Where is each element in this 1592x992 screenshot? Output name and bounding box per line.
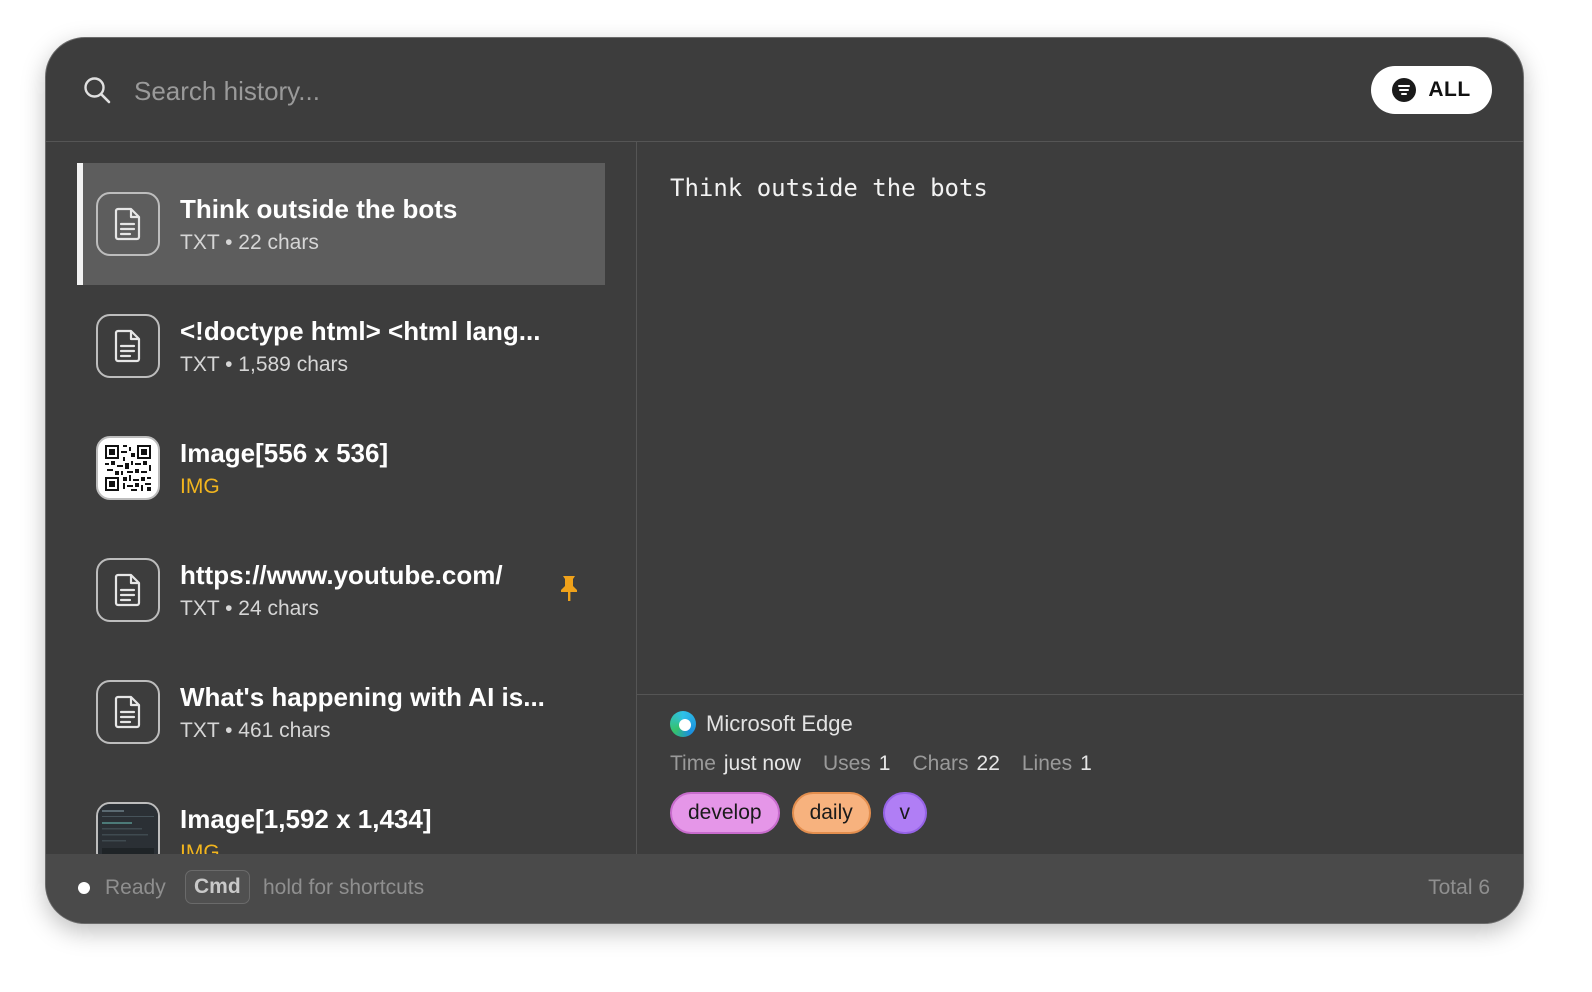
item-meta: IMG bbox=[180, 841, 220, 854]
filter-icon bbox=[1392, 78, 1417, 102]
uses-value: 1 bbox=[878, 752, 891, 775]
stats-row: Time just now Uses 1 Chars 22 Lines 1 bbox=[670, 752, 1114, 776]
tag-v[interactable]: v bbox=[882, 792, 927, 834]
text-document-icon bbox=[96, 680, 160, 744]
preview-pane: Think outside the bots bbox=[637, 142, 1523, 695]
text-document-icon bbox=[96, 192, 160, 256]
search-icon bbox=[84, 77, 111, 104]
history-item[interactable]: <!doctype html> <html lang... TXT • 1,58… bbox=[77, 285, 605, 407]
tag-develop[interactable]: develop bbox=[670, 792, 780, 834]
time-label: Time bbox=[670, 752, 716, 775]
status-text: Ready bbox=[105, 876, 166, 899]
lines-value: 1 bbox=[1080, 752, 1092, 775]
item-meta: TXT • 1,589 chars bbox=[180, 353, 349, 376]
uses-label: Uses bbox=[822, 752, 871, 775]
filter-label: ALL bbox=[1428, 78, 1471, 101]
clipboard-history-window: ALL Think outside the bots TXT • 22 char… bbox=[45, 37, 1524, 924]
text-document-icon bbox=[96, 558, 160, 622]
item-meta: TXT • 24 chars bbox=[180, 597, 319, 620]
item-meta: IMG bbox=[180, 475, 220, 498]
history-item[interactable]: Image[556 x 536] IMG bbox=[77, 407, 605, 529]
tags-row: develop daily v bbox=[670, 792, 927, 834]
text-document-icon bbox=[96, 314, 160, 378]
screenshot-thumbnail bbox=[96, 802, 160, 854]
search-bar: ALL bbox=[46, 38, 1523, 142]
item-title: <!doctype html> <html lang... bbox=[180, 316, 541, 346]
edge-browser-icon bbox=[670, 711, 696, 737]
filter-all-button[interactable]: ALL bbox=[1371, 66, 1492, 114]
shortcut-hint: hold for shortcuts bbox=[263, 876, 425, 899]
details-panel: Microsoft Edge Time just now Uses 1 Char… bbox=[637, 695, 1523, 854]
item-title: Image[556 x 536] bbox=[180, 438, 389, 468]
search-input[interactable] bbox=[132, 68, 1236, 114]
preview-content: Think outside the bots bbox=[670, 174, 988, 202]
item-title: What's happening with AI is... bbox=[180, 682, 545, 712]
item-title: Think outside the bots bbox=[180, 194, 458, 224]
source-row: Microsoft Edge bbox=[670, 711, 853, 737]
total-count: Total 6 bbox=[1428, 876, 1490, 899]
pin-icon[interactable] bbox=[557, 574, 581, 602]
qr-code-thumbnail bbox=[96, 436, 160, 500]
status-indicator-dot bbox=[78, 882, 90, 894]
history-item[interactable]: Image[1,592 x 1,434] IMG bbox=[77, 773, 605, 854]
status-bar: Ready Cmd hold for shortcuts Total 6 bbox=[46, 854, 1523, 923]
lines-label: Lines bbox=[1021, 752, 1073, 775]
source-app-name: Microsoft Edge bbox=[706, 711, 853, 736]
item-title: Image[1,592 x 1,434] bbox=[180, 804, 432, 834]
history-item[interactable]: https://www.youtube.com/ TXT • 24 chars bbox=[77, 529, 605, 651]
cmd-key-hint: Cmd bbox=[185, 870, 250, 904]
history-item[interactable]: What's happening with AI is... TXT • 461… bbox=[77, 651, 605, 773]
chars-value: 22 bbox=[976, 752, 1000, 775]
item-meta: TXT • 22 chars bbox=[180, 231, 319, 254]
chars-label: Chars bbox=[912, 752, 969, 775]
item-meta: TXT • 461 chars bbox=[180, 719, 331, 742]
history-item[interactable]: Think outside the bots TXT • 22 chars bbox=[77, 163, 605, 285]
item-title: https://www.youtube.com/ bbox=[180, 560, 503, 590]
time-value: just now bbox=[723, 752, 801, 775]
tag-daily[interactable]: daily bbox=[791, 792, 871, 834]
history-list[interactable]: Think outside the bots TXT • 22 chars <!… bbox=[46, 142, 637, 854]
